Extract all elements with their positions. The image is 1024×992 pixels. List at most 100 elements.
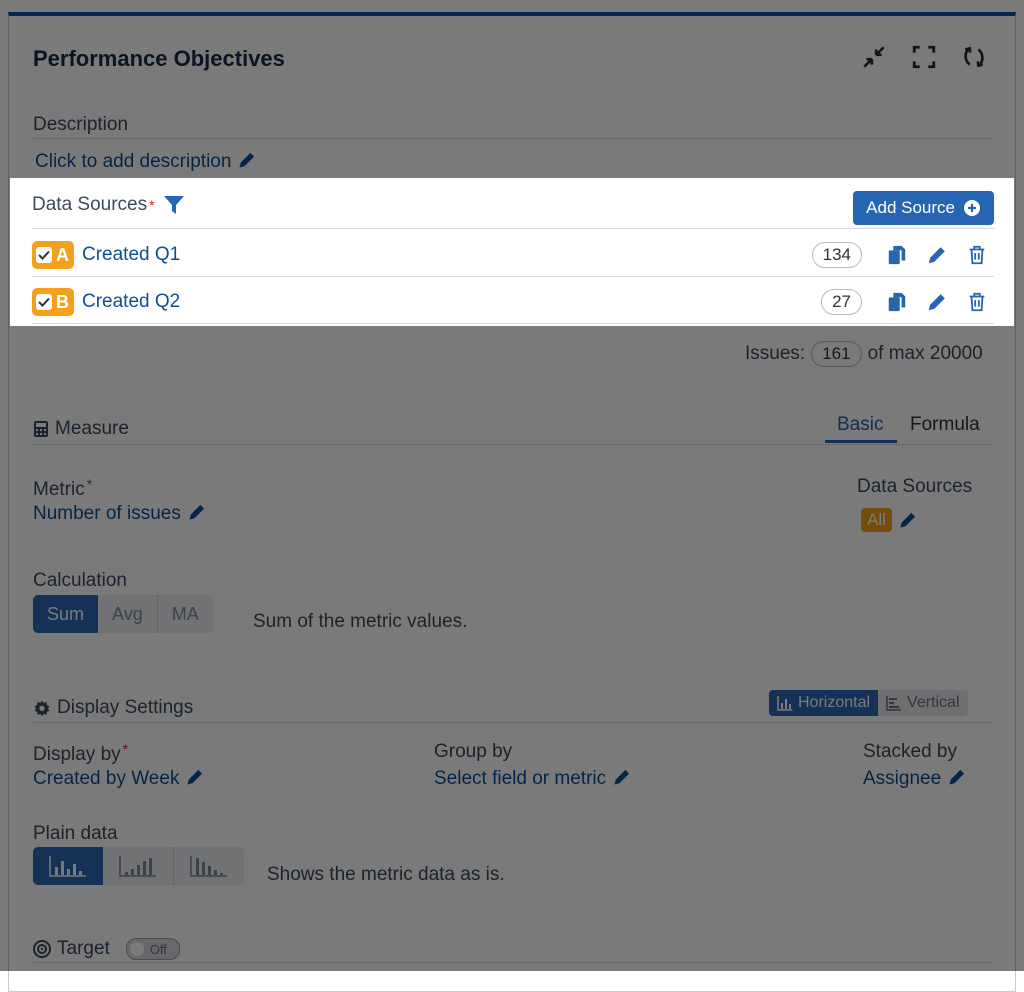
gear-icon bbox=[34, 700, 50, 717]
group-by-link[interactable]: Select field or metric bbox=[434, 767, 632, 790]
display-by-value: Created by Week bbox=[33, 768, 180, 789]
calculation-description: Sum of the metric values. bbox=[253, 611, 468, 632]
issues-label: Issues: bbox=[745, 343, 806, 364]
calc-option-sum[interactable]: Sum bbox=[33, 595, 99, 633]
bar-chart-icon bbox=[49, 856, 86, 877]
add-description-text: Click to add description bbox=[35, 151, 232, 172]
checkbox-icon bbox=[36, 294, 52, 310]
group-by-label: Group by bbox=[434, 741, 513, 762]
metric-value-link[interactable]: Number of issues bbox=[33, 502, 207, 525]
pencil-icon bbox=[900, 512, 915, 528]
horizontal-bar-chart-icon bbox=[886, 696, 902, 711]
source-letter: A bbox=[56, 244, 69, 265]
metric-label-text: Metric bbox=[33, 479, 85, 500]
chart-type-cumulative[interactable] bbox=[103, 847, 174, 885]
data-source-row: B Created Q2 27 bbox=[32, 285, 994, 319]
all-sources-badge: All bbox=[861, 508, 892, 532]
metric-value: Number of issues bbox=[33, 503, 181, 524]
orientation-horizontal[interactable]: Horizontal bbox=[769, 690, 879, 716]
checkbox-icon bbox=[36, 247, 52, 263]
pencil-icon[interactable] bbox=[926, 244, 948, 266]
required-mark: * bbox=[149, 197, 155, 213]
measure-label: Measure bbox=[55, 418, 129, 439]
trash-icon[interactable] bbox=[966, 291, 988, 313]
minimize-icon[interactable] bbox=[861, 44, 887, 70]
pencil-icon bbox=[189, 504, 204, 520]
filter-icon[interactable] bbox=[163, 195, 185, 215]
pencil-icon bbox=[187, 769, 203, 785]
divider bbox=[33, 138, 993, 139]
target-toggle[interactable]: Off bbox=[125, 938, 180, 960]
stacked-by-label: Stacked by bbox=[863, 741, 957, 762]
measure-data-sources-label: Data Sources bbox=[857, 476, 973, 497]
toggle-text: Off bbox=[149, 941, 167, 957]
copy-icon[interactable] bbox=[886, 244, 908, 266]
pencil-icon bbox=[239, 152, 255, 168]
add-source-button[interactable]: Add Source bbox=[853, 191, 994, 225]
gadget-panel: Performance Objectives Description Click… bbox=[8, 12, 1016, 992]
target-label: Target bbox=[57, 938, 110, 959]
measure-section-title: Measure bbox=[33, 418, 129, 440]
divider bbox=[32, 276, 994, 277]
copy-icon[interactable] bbox=[886, 291, 908, 313]
source-badge-b[interactable]: B bbox=[32, 288, 74, 316]
chart-type-sorted[interactable] bbox=[174, 847, 244, 885]
plain-data-description: Shows the metric data as is. bbox=[267, 864, 505, 885]
metric-label: Metric * bbox=[33, 476, 92, 501]
display-settings-label: Display Settings bbox=[57, 697, 194, 718]
display-by-label: Display by * bbox=[33, 741, 128, 766]
tab-formula[interactable]: Formula bbox=[910, 414, 980, 436]
source-name-link[interactable]: Created Q2 bbox=[82, 291, 180, 313]
fullscreen-icon[interactable] bbox=[911, 44, 937, 70]
tab-basic-underline bbox=[825, 440, 897, 443]
plus-circle-icon bbox=[964, 200, 980, 216]
chart-type-plain[interactable] bbox=[33, 847, 103, 885]
descending-bar-chart-icon bbox=[190, 856, 227, 877]
chart-type-segmented bbox=[33, 847, 244, 885]
data-sources-heading: Data Sources * bbox=[32, 194, 185, 216]
source-count: 134 bbox=[811, 242, 862, 268]
display-settings-title: Display Settings bbox=[33, 697, 193, 719]
calc-option-ma[interactable]: MA bbox=[158, 595, 213, 633]
calculator-icon bbox=[34, 421, 48, 437]
issues-count: 161 bbox=[811, 341, 862, 367]
toggle-knob bbox=[129, 942, 144, 956]
calc-option-avg[interactable]: Avg bbox=[98, 595, 158, 633]
source-count: 27 bbox=[821, 289, 862, 315]
calculation-label: Calculation bbox=[33, 570, 127, 591]
refresh-icon[interactable] bbox=[961, 44, 987, 70]
display-by-label-text: Display by bbox=[33, 744, 121, 765]
bar-chart-icon bbox=[777, 696, 792, 711]
data-sources-label: Data Sources bbox=[32, 194, 148, 215]
divider bbox=[33, 444, 993, 445]
measure-data-sources-value[interactable]: All bbox=[861, 508, 918, 532]
required-mark: * bbox=[86, 476, 93, 492]
display-by-link[interactable]: Created by Week bbox=[33, 767, 205, 790]
divider bbox=[33, 722, 993, 723]
add-description-link[interactable]: Click to add description bbox=[35, 150, 257, 173]
plain-data-label: Plain data bbox=[33, 823, 118, 844]
issues-max: of max 20000 bbox=[867, 343, 983, 364]
trash-icon[interactable] bbox=[966, 244, 988, 266]
vertical-label: Vertical bbox=[907, 694, 960, 711]
pencil-icon[interactable] bbox=[926, 291, 948, 313]
calculation-segmented: Sum Avg MA bbox=[33, 595, 213, 633]
pencil-icon bbox=[949, 769, 965, 785]
source-badge-a[interactable]: A bbox=[32, 241, 74, 269]
source-name-link[interactable]: Created Q1 bbox=[82, 244, 180, 266]
group-by-value: Select field or metric bbox=[434, 768, 607, 789]
stacked-by-value: Assignee bbox=[863, 768, 942, 789]
data-source-row: A Created Q1 134 bbox=[32, 238, 994, 272]
source-letter: B bbox=[56, 291, 69, 312]
tab-basic[interactable]: Basic bbox=[837, 414, 883, 436]
orientation-vertical[interactable]: Vertical bbox=[878, 690, 967, 716]
divider bbox=[33, 962, 993, 963]
stacked-by-link[interactable]: Assignee bbox=[863, 767, 967, 790]
panel-title: Performance Objectives bbox=[33, 46, 285, 71]
issues-summary: Issues: 161 of max 20000 bbox=[745, 341, 983, 367]
add-source-label: Add Source bbox=[866, 198, 955, 217]
data-sources-section: Data Sources * Add Source A Created Q1 13… bbox=[10, 178, 1014, 326]
target-icon bbox=[33, 940, 51, 958]
description-label: Description bbox=[33, 114, 129, 135]
orientation-toggle: Horizontal Vertical bbox=[769, 690, 968, 716]
